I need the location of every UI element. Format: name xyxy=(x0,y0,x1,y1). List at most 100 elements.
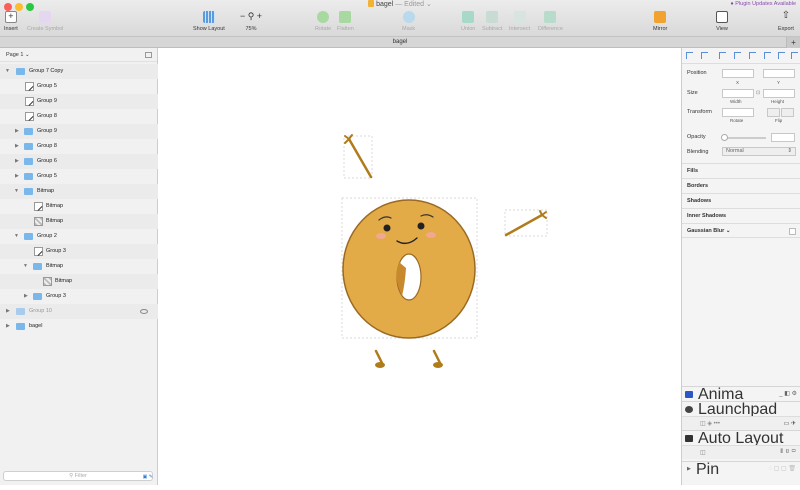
layer-row[interactable]: ▼ Group 2 xyxy=(0,229,158,244)
disclosure-closed-icon[interactable]: ▶ xyxy=(15,139,19,154)
align-middle-icon[interactable] xyxy=(778,52,785,59)
lock-icon[interactable]: ⊡ xyxy=(756,90,760,96)
layer-row[interactable]: ▼ Bitmap xyxy=(0,259,158,274)
view-button[interactable]: View xyxy=(716,11,728,32)
create-symbol-button[interactable]: Create Symbol xyxy=(27,11,63,32)
flatten-button[interactable]: Flatten xyxy=(337,11,354,32)
layer-row[interactable]: Bitmap xyxy=(0,274,158,289)
mirror-button[interactable]: Mirror xyxy=(653,11,667,32)
mask-button[interactable]: Mask xyxy=(402,11,415,32)
x-input[interactable] xyxy=(722,69,754,78)
disclosure-closed-icon[interactable]: ▶ xyxy=(687,462,691,477)
align-top-icon[interactable] xyxy=(764,52,771,59)
disclosure-closed-icon[interactable]: ▶ xyxy=(6,304,10,319)
zoom-control[interactable]: − ⚲ + 75% xyxy=(235,11,267,32)
disclosure-closed-icon[interactable]: ▶ xyxy=(15,169,19,184)
layer-row-hidden[interactable]: ▶ Group 10 xyxy=(0,304,158,319)
launchpad-actions[interactable]: ▭ ✈ xyxy=(784,420,796,427)
subtract-button[interactable]: Subtract xyxy=(482,11,502,32)
disclosure-closed-icon[interactable]: ▶ xyxy=(15,124,19,139)
align-left-icon[interactable] xyxy=(719,52,726,59)
folder-icon xyxy=(33,263,42,270)
distribute-horizontal-icon[interactable] xyxy=(686,52,693,59)
disclosure-closed-icon[interactable]: ▶ xyxy=(6,319,10,334)
shadows-section[interactable]: Shadows xyxy=(682,193,800,208)
distribute-vertical-icon[interactable] xyxy=(701,52,708,59)
flip-label: Flip xyxy=(775,118,783,123)
edit-icon[interactable]: ✎ xyxy=(149,474,153,480)
auto-layout-row[interactable]: Auto Layout xyxy=(682,430,800,447)
layer-row[interactable]: Group 3 xyxy=(0,244,158,259)
layer-row[interactable]: Group 9 xyxy=(0,94,158,109)
show-layout-button[interactable]: Show Layout xyxy=(193,11,225,32)
layer-row[interactable]: ▶ Group 5 xyxy=(0,169,158,184)
document-tab[interactable]: bagel xyxy=(393,39,408,45)
gaussian-blur-label: Gaussian Blur ⌄ xyxy=(687,228,731,234)
disclosure-open-icon[interactable]: ▼ xyxy=(14,184,19,199)
disclosure-closed-icon[interactable]: ▶ xyxy=(24,289,28,304)
intersect-button[interactable]: Intersect xyxy=(509,11,530,32)
launchpad-row[interactable]: Launchpad xyxy=(682,401,800,418)
pin-controls[interactable]: ◌ ▢ ▢ 🗑 xyxy=(768,462,796,477)
filter-options[interactable]: ▣ ✎ xyxy=(143,474,153,480)
layer-row[interactable]: Bitmap xyxy=(0,214,158,229)
union-button[interactable]: Union xyxy=(461,11,475,32)
disclosure-closed-icon[interactable]: ▶ xyxy=(15,154,19,169)
layer-label: Group 2 xyxy=(37,233,57,239)
pin-row[interactable]: ▶ Pin ◌ ▢ ▢ 🗑 xyxy=(682,461,800,478)
anima-window-controls[interactable]: _ ◧ ⚙ xyxy=(779,387,797,402)
folder-icon xyxy=(24,188,33,195)
shape-icon xyxy=(25,82,34,91)
layer-row[interactable]: ▶ bagel xyxy=(0,319,158,334)
inner-shadows-section[interactable]: Inner Shadows xyxy=(682,208,800,223)
layer-row[interactable]: ▶ Group 3 xyxy=(0,289,158,304)
blending-select[interactable]: Normal ⇕ xyxy=(722,147,796,156)
flip-horizontal-button[interactable] xyxy=(767,108,780,117)
layer-row[interactable]: Group 5 xyxy=(0,79,158,94)
disclosure-open-icon[interactable]: ▼ xyxy=(23,259,28,274)
new-tab-button[interactable]: + xyxy=(786,37,800,48)
folder-icon xyxy=(24,233,33,240)
insert-button[interactable]: + Insert xyxy=(4,11,18,32)
rotate-input[interactable] xyxy=(722,108,754,117)
layer-row[interactable]: Bitmap xyxy=(0,199,158,214)
anima-panel-header[interactable]: Anima _ ◧ ⚙ xyxy=(682,386,800,403)
auto-layout-actions[interactable]: ⦀ ▯ ▭ xyxy=(780,449,796,456)
eye-icon[interactable] xyxy=(140,309,148,314)
gaussian-blur-section[interactable]: Gaussian Blur ⌄ xyxy=(682,223,800,238)
flip-vertical-button[interactable] xyxy=(781,108,794,117)
plugin-updates-notice[interactable]: ● Plugin Updates Available xyxy=(730,0,796,8)
layer-row[interactable]: ▼ Bitmap xyxy=(0,184,158,199)
width-input[interactable] xyxy=(722,89,754,98)
opacity-input[interactable] xyxy=(771,133,795,142)
difference-button[interactable]: Difference xyxy=(538,11,563,32)
duplicate-icon[interactable]: ▣ xyxy=(143,474,148,480)
borders-section[interactable]: Borders xyxy=(682,178,800,193)
height-input[interactable] xyxy=(763,89,795,98)
disclosure-open-icon[interactable]: ▼ xyxy=(14,229,19,244)
align-bottom-icon[interactable] xyxy=(791,52,798,59)
layer-row[interactable]: ▶ Group 6 xyxy=(0,154,158,169)
align-center-icon[interactable] xyxy=(734,52,741,59)
export-button[interactable]: ⇧ Export xyxy=(778,11,794,33)
opacity-slider-thumb[interactable] xyxy=(721,134,728,141)
fills-section[interactable]: Fills xyxy=(682,163,800,178)
gaussian-blur-checkbox[interactable] xyxy=(789,228,796,235)
page-selector[interactable]: Page 1 ⌄ xyxy=(0,48,157,62)
canvas[interactable] xyxy=(159,48,680,485)
launchpad-tool-icons[interactable]: ◫ ◈ ••• xyxy=(700,420,720,427)
layer-row[interactable]: ▶ Group 9 xyxy=(0,124,158,139)
disclosure-open-icon[interactable]: ▼ xyxy=(5,64,10,79)
y-input[interactable] xyxy=(763,69,795,78)
opacity-slider[interactable] xyxy=(722,137,766,139)
align-right-icon[interactable] xyxy=(749,52,756,59)
layer-row[interactable]: ▼ Group 7 Copy xyxy=(0,64,158,79)
zoom-level: 75% xyxy=(245,26,257,32)
collapse-pages-icon[interactable] xyxy=(145,52,152,58)
auto-layout-tool-icon[interactable]: ◫ xyxy=(700,449,706,456)
layer-row[interactable]: Group 8 xyxy=(0,109,158,124)
bitmap-icon xyxy=(34,217,43,226)
rotate-button[interactable]: Rotate xyxy=(315,11,331,32)
layer-filter-input[interactable]: ⚲ Filter xyxy=(3,471,153,481)
layer-row[interactable]: ▶ Group 8 xyxy=(0,139,158,154)
